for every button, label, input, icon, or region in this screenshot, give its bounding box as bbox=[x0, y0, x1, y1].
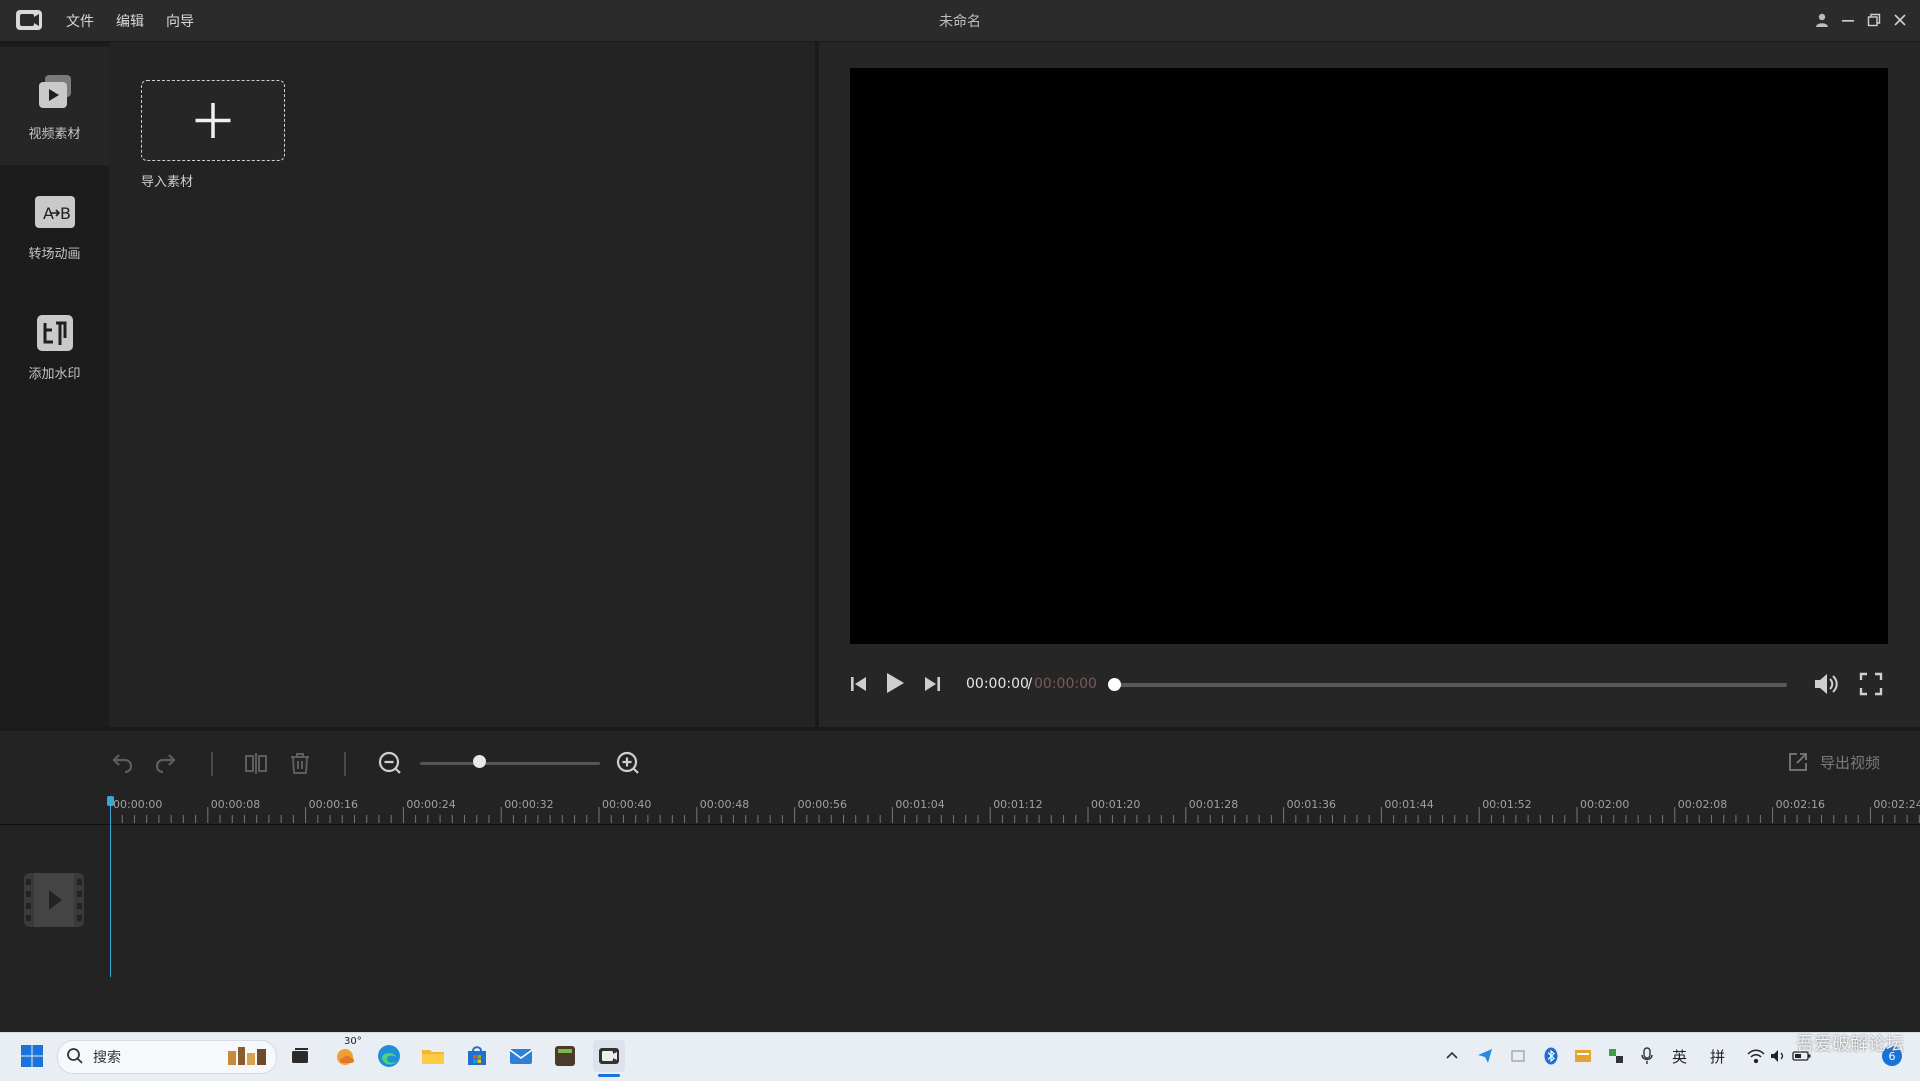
chevron-up-icon[interactable] bbox=[1440, 1040, 1464, 1072]
task-view-icon[interactable] bbox=[284, 1040, 316, 1072]
editor-bottom-area bbox=[0, 978, 1920, 1032]
import-material-label: 导入素材 bbox=[141, 175, 194, 190]
microsoft-store-icon[interactable] bbox=[461, 1040, 493, 1072]
ruler-tick-label: 00:02:16 bbox=[1775, 798, 1825, 811]
windows-start-icon[interactable] bbox=[16, 1040, 48, 1072]
ruler-tick-label: 00:02:00 bbox=[1580, 798, 1630, 811]
video-track[interactable] bbox=[0, 824, 1920, 979]
wifi-icon[interactable] bbox=[1744, 1040, 1768, 1072]
playback-progress-bar[interactable] bbox=[1115, 683, 1787, 687]
minimize-icon[interactable] bbox=[1836, 8, 1860, 32]
zoom-in-icon[interactable] bbox=[615, 750, 641, 776]
mail-icon[interactable] bbox=[505, 1040, 537, 1072]
ruler-tick-label: 00:00:16 bbox=[308, 798, 358, 811]
playhead-line[interactable] bbox=[110, 798, 111, 977]
close-icon[interactable] bbox=[1888, 8, 1912, 32]
site-watermark: 吾爱破解论坛 bbox=[1796, 1034, 1904, 1055]
ruler-tick-label: 00:01:12 bbox=[993, 798, 1043, 811]
current-time: 00:00:00 bbox=[966, 676, 1029, 692]
tray-language-indicator[interactable]: 英 bbox=[1672, 1046, 1687, 1067]
tray-window-icon[interactable] bbox=[1506, 1040, 1530, 1072]
ruler-tick-label: 00:00:32 bbox=[504, 798, 554, 811]
restore-icon[interactable] bbox=[1862, 8, 1886, 32]
file-explorer-icon[interactable] bbox=[417, 1040, 449, 1072]
watermark-icon bbox=[33, 311, 77, 355]
ruler-tick-label: 00:01:44 bbox=[1384, 798, 1434, 811]
playback-progress-handle[interactable] bbox=[1108, 678, 1121, 691]
redo-icon[interactable] bbox=[152, 750, 178, 776]
play-icon[interactable] bbox=[884, 670, 906, 696]
app-tile-icon[interactable] bbox=[549, 1040, 581, 1072]
tray-app-icon[interactable] bbox=[1473, 1040, 1497, 1072]
toolbar-separator bbox=[344, 752, 346, 776]
ruler-tick-label: 00:01:28 bbox=[1188, 798, 1239, 811]
tray-ime-mode[interactable]: 拼 bbox=[1710, 1046, 1725, 1067]
tray-keyboard-icon[interactable] bbox=[1571, 1040, 1595, 1072]
sidebar-item-label: 添加水印 bbox=[28, 367, 81, 382]
fullscreen-icon[interactable] bbox=[1858, 671, 1884, 697]
weather-temperature: 30° bbox=[344, 1036, 362, 1047]
ruler-tick-label: 00:01:20 bbox=[1091, 798, 1141, 811]
bluetooth-icon[interactable] bbox=[1539, 1040, 1563, 1072]
split-icon[interactable] bbox=[243, 750, 269, 776]
toolbar-separator bbox=[211, 752, 213, 776]
ruler-tick-label: 00:00:00 bbox=[113, 798, 163, 811]
microphone-icon[interactable] bbox=[1635, 1040, 1659, 1072]
sidebar-item-label: 视频素材 bbox=[28, 127, 81, 142]
export-video-button[interactable]: 导出视频 bbox=[1820, 752, 1880, 773]
film-strip-icon bbox=[22, 871, 86, 929]
delete-icon[interactable] bbox=[287, 750, 313, 776]
video-editor-taskbar-icon[interactable] bbox=[593, 1040, 625, 1072]
taskbar-search-placeholder: 搜索 bbox=[93, 1050, 121, 1066]
ruler-tick-label: 00:00:56 bbox=[797, 798, 847, 811]
search-highlight-icon bbox=[226, 1043, 270, 1069]
video-track-header bbox=[0, 825, 110, 977]
svg-text:B: B bbox=[60, 204, 71, 223]
undo-icon[interactable] bbox=[110, 750, 136, 776]
sidebar-item-video-material[interactable]: 视频素材 bbox=[0, 47, 109, 165]
ruler-tick-label: 00:02:08 bbox=[1677, 798, 1728, 811]
sidebar-item-watermark[interactable]: 添加水印 bbox=[0, 287, 109, 405]
ruler-tick-label: 00:00:24 bbox=[406, 798, 456, 811]
active-app-indicator bbox=[598, 1074, 620, 1077]
ruler-tick-label: 00:01:36 bbox=[1286, 798, 1336, 811]
edge-browser-icon[interactable] bbox=[373, 1040, 405, 1072]
video-preview-screen[interactable] bbox=[850, 68, 1888, 644]
plus-icon bbox=[195, 103, 231, 138]
skip-back-icon[interactable] bbox=[849, 672, 869, 696]
skip-forward-icon[interactable] bbox=[922, 672, 942, 696]
playhead-handle[interactable] bbox=[107, 796, 114, 806]
user-icon[interactable] bbox=[1810, 8, 1834, 32]
ruler-tick-label: 00:01:04 bbox=[895, 798, 945, 811]
video-material-icon bbox=[33, 71, 77, 115]
ruler-tick-label: 00:01:52 bbox=[1482, 798, 1532, 811]
ruler-tick-label: 00:00:48 bbox=[699, 798, 750, 811]
ruler-tick-label: 00:00:40 bbox=[602, 798, 652, 811]
speaker-icon[interactable] bbox=[1766, 1040, 1790, 1072]
ruler-tick-label: 00:00:08 bbox=[210, 798, 261, 811]
volume-icon[interactable] bbox=[1812, 670, 1840, 698]
export-icon[interactable] bbox=[1786, 750, 1810, 774]
zoom-out-icon[interactable] bbox=[377, 750, 403, 776]
transition-icon: A B bbox=[33, 191, 77, 235]
sidebar-item-transition[interactable]: A B 转场动画 bbox=[0, 167, 109, 285]
ruler-tick-label: 00:02:24 bbox=[1873, 798, 1920, 811]
import-material-button[interactable] bbox=[141, 80, 285, 161]
sidebar-item-label: 转场动画 bbox=[28, 247, 81, 262]
tray-ime-tool-icon[interactable] bbox=[1604, 1040, 1628, 1072]
zoom-slider-track[interactable] bbox=[420, 762, 600, 765]
search-icon bbox=[66, 1047, 84, 1065]
total-time: 00:00:00 bbox=[1034, 676, 1097, 692]
window-title: 未命名 bbox=[939, 14, 981, 30]
